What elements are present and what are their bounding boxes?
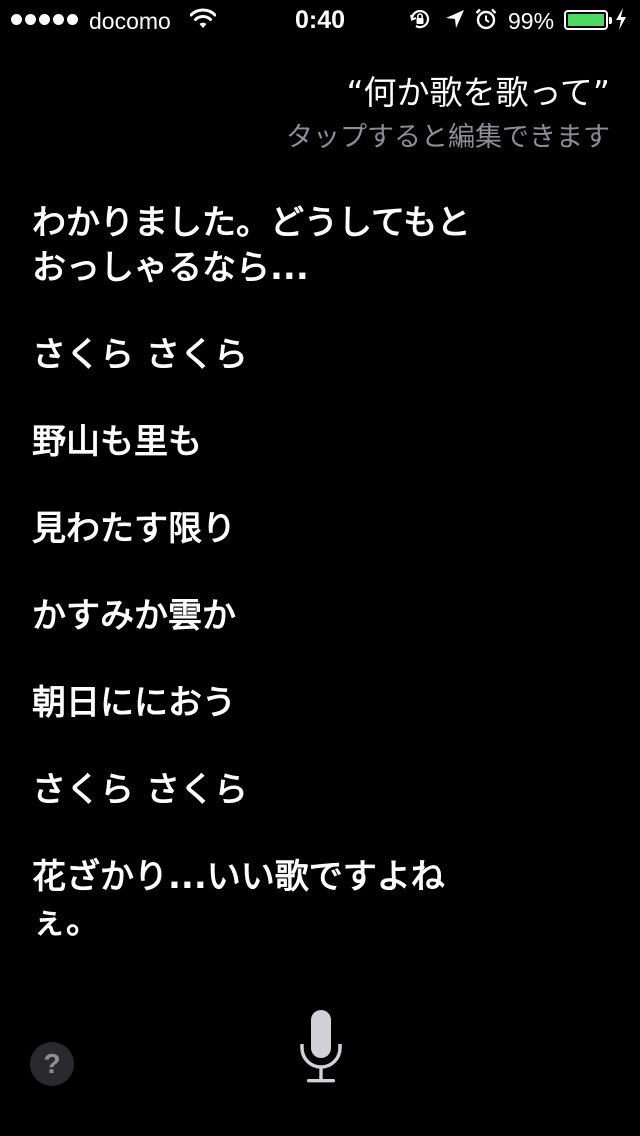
response-line: おっしゃるなら... [32,248,309,288]
response-line: わかりました。どうしてもと [32,203,471,243]
help-button[interactable]: ? [30,1042,74,1086]
response-line: ぇ。 [32,902,100,942]
query-text[interactable]: “何か歌を歌って” [286,70,610,116]
edit-hint: タップすると編集できます [286,122,610,153]
microphone-icon [300,1010,342,1083]
signal-strength-icon [11,14,78,25]
rotation-lock-icon [408,7,432,37]
location-arrow-icon [444,8,466,36]
response-line: かすみか雲か [32,596,236,636]
response-line: 見わたす限り [32,509,236,549]
response-line: 花ざかり...いい歌ですよね [32,857,445,897]
response-line: さくら さくら [32,770,248,810]
carrier-name: docomo [89,8,171,34]
battery-percentage: 99% [508,8,555,34]
response-line: 野山も里も [32,422,202,462]
status-time: 0:40 [294,6,346,34]
charging-bolt-icon [615,8,627,36]
siri-query[interactable]: “何か歌を歌って” タップすると編集できます [286,70,610,158]
battery-icon [564,10,612,30]
wifi-icon [189,8,217,36]
siri-response: わかりました。どうしてもと おっしゃるなら... さくら さくら 野山も里も 見… [32,201,532,945]
microphone-button[interactable] [296,1006,346,1088]
response-line: 朝日ににおう [32,683,236,723]
status-bar: docomo 0:40 99% [0,0,640,40]
alarm-clock-icon [474,7,498,37]
battery-fill [568,14,604,26]
response-line: さくら さくら [32,335,248,375]
